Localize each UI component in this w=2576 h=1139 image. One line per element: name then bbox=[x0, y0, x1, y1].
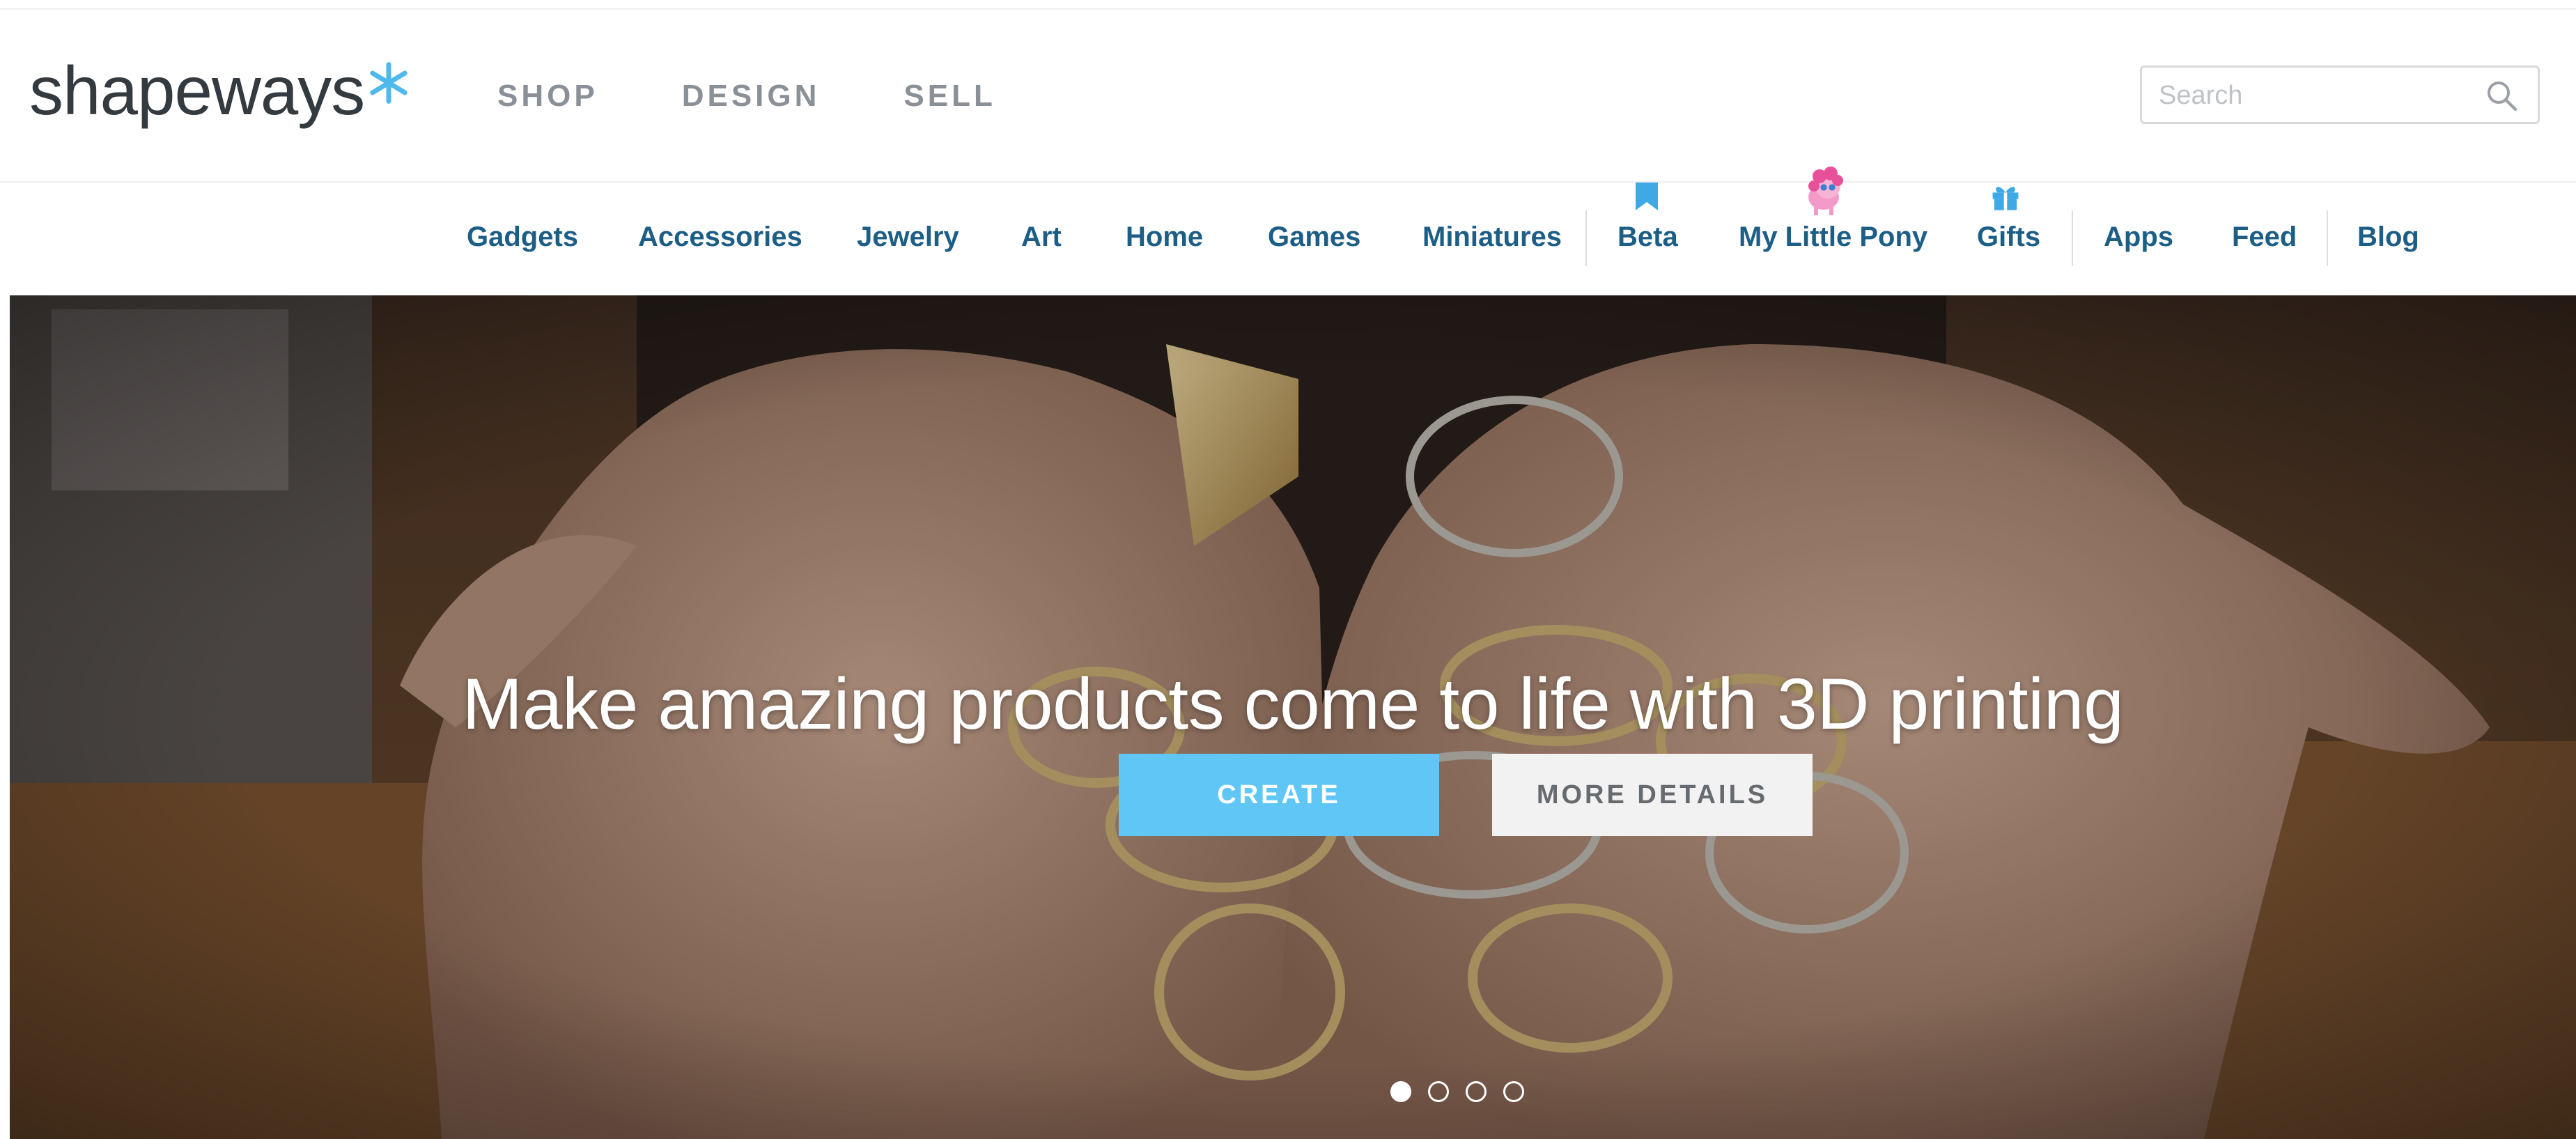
nav-design[interactable]: DESIGN bbox=[682, 75, 821, 117]
category-label: Feed bbox=[2232, 222, 2297, 252]
site-header: shapeways SHOP DESIGN SELL bbox=[0, 0, 2576, 181]
search-input[interactable] bbox=[2157, 68, 2467, 123]
category-label: Accessories bbox=[638, 222, 802, 252]
carousel-dot-4[interactable] bbox=[1503, 1081, 1524, 1102]
category-label: Gifts bbox=[1977, 222, 2041, 252]
category-label: Gadgets bbox=[467, 222, 579, 252]
star-icon bbox=[370, 62, 408, 104]
more-details-button[interactable]: MORE DETAILS bbox=[1492, 754, 1813, 836]
carousel-pagination bbox=[1390, 1081, 1524, 1102]
category-label: My Little Pony bbox=[1739, 222, 1928, 252]
category-separator bbox=[2327, 210, 2328, 266]
category-separator bbox=[2072, 210, 2073, 266]
pony-icon bbox=[1808, 166, 1843, 215]
carousel-dot-3[interactable] bbox=[1466, 1081, 1487, 1102]
category-label: Games bbox=[1268, 222, 1361, 252]
category-label: Home bbox=[1126, 222, 1204, 252]
logo-text: shapeways bbox=[29, 52, 365, 129]
shapeways-logo[interactable]: shapeways bbox=[29, 49, 410, 132]
category-label: Miniatures bbox=[1422, 222, 1562, 252]
category-label: Blog bbox=[2357, 222, 2419, 252]
category-label: Jewelry bbox=[857, 222, 959, 252]
category-label: Beta bbox=[1617, 222, 1678, 252]
category-bar: Gadgets Accessories Jewelry Art Home Gam… bbox=[0, 166, 2576, 295]
hero-banner: Make amazing products come to life with … bbox=[10, 295, 2576, 1139]
gift-icon bbox=[1992, 187, 2019, 210]
main-nav: SHOP DESIGN SELL bbox=[497, 75, 1080, 117]
create-button[interactable]: CREATE bbox=[1119, 754, 1439, 836]
category-separator bbox=[1585, 210, 1587, 266]
nav-sell[interactable]: SELL bbox=[903, 75, 995, 117]
category-label: Art bbox=[1021, 222, 1062, 252]
top-divider bbox=[0, 8, 2576, 10]
search-icon[interactable] bbox=[2485, 79, 2518, 112]
carousel-dot-1[interactable] bbox=[1390, 1081, 1411, 1102]
search-box bbox=[2140, 65, 2540, 124]
nav-shop[interactable]: SHOP bbox=[497, 75, 598, 117]
carousel-dot-2[interactable] bbox=[1428, 1081, 1449, 1102]
bookmark-icon bbox=[1636, 183, 1658, 210]
category-label: Apps bbox=[2104, 222, 2173, 252]
hero-headline: Make amazing products come to life with … bbox=[462, 663, 2124, 745]
